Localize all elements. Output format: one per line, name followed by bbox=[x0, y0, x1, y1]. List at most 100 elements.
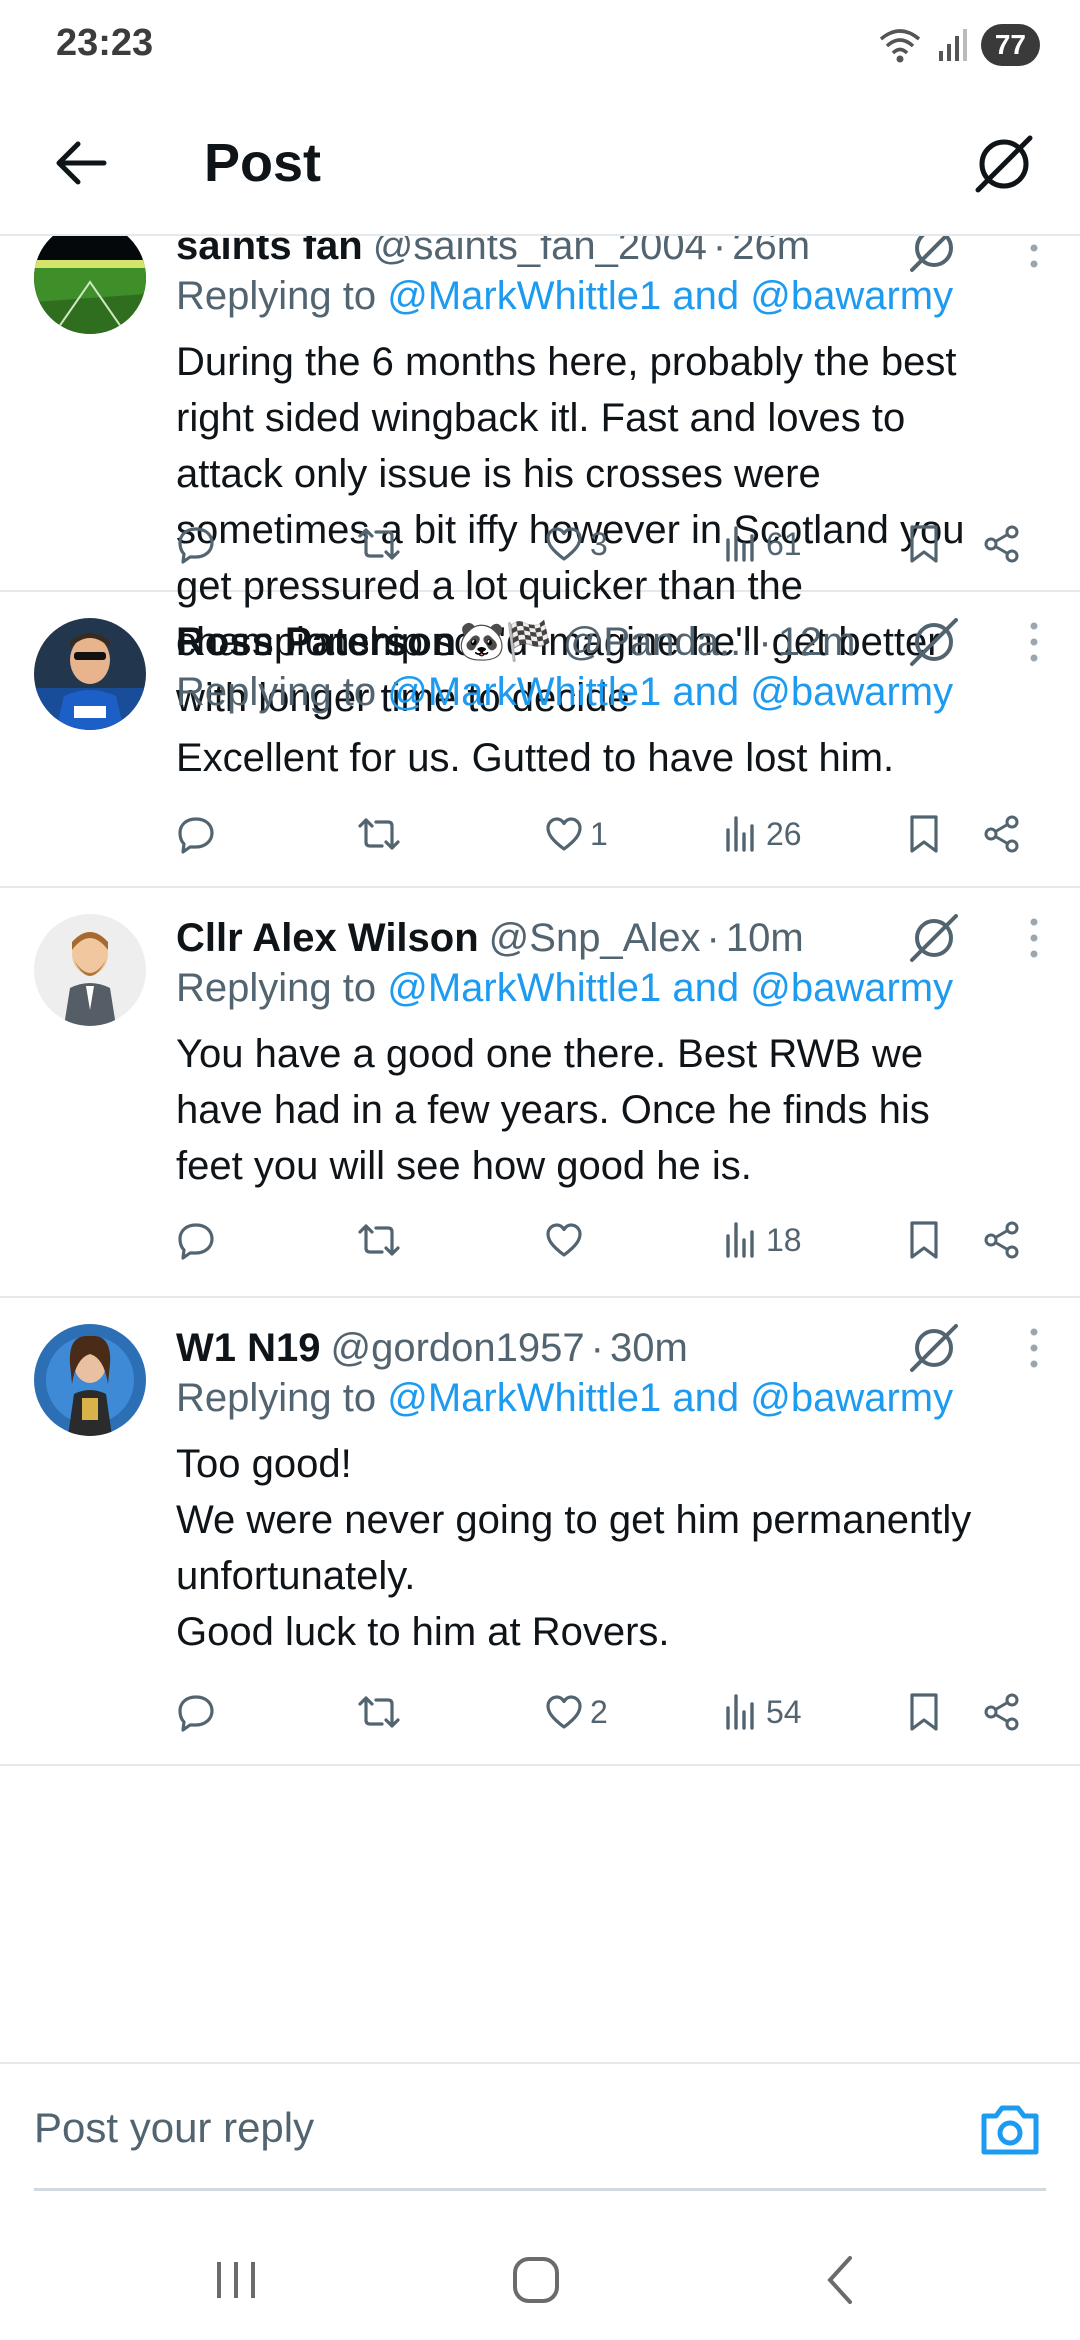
like-button[interactable]: 3 bbox=[544, 514, 608, 574]
post-item[interactable]: W1 N19 @gordon1957 · 30m Replying to @Ma… bbox=[0, 1298, 1080, 1766]
reply-composer: Post your reply bbox=[0, 2062, 1080, 2192]
grok-icon[interactable] bbox=[906, 236, 962, 276]
retweet-icon bbox=[358, 528, 400, 560]
views-button[interactable]: 18 bbox=[724, 1210, 802, 1270]
post-actions: 18 bbox=[176, 1210, 1036, 1270]
mention-link[interactable]: @MarkWhittle1 bbox=[387, 1376, 661, 1420]
name-emoji: 🐼🏁 bbox=[458, 621, 553, 663]
replying-to: Replying to @MarkWhittle1 and @bawarmy bbox=[176, 966, 953, 1011]
display-name[interactable]: Cllr Alex Wilson bbox=[176, 916, 479, 961]
more-icon[interactable] bbox=[1022, 236, 1046, 276]
mention-link[interactable]: @MarkWhittle1 bbox=[387, 274, 661, 318]
user-handle[interactable]: @gordon1957 bbox=[331, 1326, 585, 1371]
repost-button[interactable] bbox=[356, 804, 402, 864]
reply-icon bbox=[178, 1695, 214, 1732]
grok-button[interactable] bbox=[964, 124, 1044, 204]
like-button[interactable]: 1 bbox=[544, 804, 608, 864]
post-time: 26m bbox=[732, 236, 811, 268]
recents-button[interactable] bbox=[196, 2250, 276, 2310]
separator-dot: · bbox=[758, 619, 772, 664]
reply-underline bbox=[34, 2188, 1046, 2191]
mention-link[interactable]: @bawarmy bbox=[750, 670, 953, 714]
mention-link[interactable]: @bawarmy bbox=[750, 1376, 953, 1420]
views-count: 18 bbox=[766, 1221, 802, 1258]
bookmark-button[interactable] bbox=[906, 1682, 942, 1742]
reply-button[interactable] bbox=[176, 804, 216, 864]
post-text: Excellent for us. Gutted to have lost hi… bbox=[176, 736, 895, 780]
display-name[interactable]: Ross Paterson bbox=[176, 620, 456, 665]
reply-button[interactable] bbox=[176, 1210, 216, 1270]
replying-to: Replying to @MarkWhittle1 and @bawarmy bbox=[176, 1376, 953, 1421]
avatar[interactable] bbox=[34, 236, 146, 334]
reply-button[interactable] bbox=[176, 514, 216, 574]
user-handle[interactable]: @saints_fan_2004 bbox=[373, 236, 707, 269]
views-button[interactable]: 61 bbox=[724, 514, 802, 574]
replies-feed[interactable]: saints fan @saints_fan_2004 · 26m Replyi… bbox=[0, 236, 1080, 2056]
camera-button[interactable] bbox=[974, 2094, 1046, 2166]
mention-link[interactable]: @bawarmy bbox=[750, 966, 953, 1010]
back-button[interactable] bbox=[46, 128, 116, 198]
post-item[interactable]: saints fan @saints_fan_2004 · 26m Replyi… bbox=[0, 236, 1080, 720]
bookmark-icon bbox=[910, 1693, 938, 1731]
more-icon[interactable] bbox=[1022, 1320, 1046, 1376]
bookmark-icon bbox=[910, 1221, 938, 1259]
repost-button[interactable] bbox=[356, 1682, 402, 1742]
views-icon bbox=[726, 1222, 754, 1258]
bookmark-button[interactable] bbox=[906, 1210, 942, 1270]
views-icon bbox=[726, 526, 754, 562]
like-button[interactable]: 2 bbox=[544, 1682, 608, 1742]
reply-icon bbox=[178, 527, 214, 564]
replying-to: Replying to @MarkWhittle1 and @bawarmy bbox=[176, 274, 953, 319]
views-button[interactable]: 54 bbox=[724, 1682, 802, 1742]
share-button[interactable] bbox=[982, 514, 1022, 574]
bookmark-button[interactable] bbox=[906, 514, 942, 574]
mention-link[interactable]: @bawarmy bbox=[750, 274, 953, 318]
home-button[interactable] bbox=[496, 2250, 576, 2310]
share-button[interactable] bbox=[982, 1210, 1022, 1270]
post-time: 12m bbox=[777, 619, 856, 664]
post-item[interactable]: Cllr Alex Wilson @Snp_Alex · 10m Replyin… bbox=[0, 888, 1080, 1298]
avatar[interactable] bbox=[34, 618, 146, 730]
replying-and: and bbox=[672, 1376, 740, 1420]
user-handle[interactable]: @Snp_Alex bbox=[489, 916, 701, 961]
grok-icon[interactable] bbox=[906, 910, 962, 966]
mention-link[interactable]: @MarkWhittle1 bbox=[387, 670, 661, 714]
user-handle[interactable]: @Panda... bbox=[563, 620, 753, 665]
repost-button[interactable] bbox=[356, 1210, 402, 1270]
views-button[interactable]: 26 bbox=[724, 804, 802, 864]
share-icon bbox=[984, 1693, 1019, 1731]
post-text: You have a good one there. Best RWB we h… bbox=[176, 1032, 930, 1188]
views-count: 54 bbox=[766, 1693, 802, 1730]
post-actions: 2 54 bbox=[176, 1682, 1036, 1742]
top-app-bar: Post bbox=[0, 110, 1080, 236]
share-button[interactable] bbox=[982, 1682, 1022, 1742]
replying-prefix: Replying to bbox=[176, 966, 377, 1010]
replying-prefix: Replying to bbox=[176, 1376, 377, 1420]
reply-button[interactable] bbox=[176, 1682, 216, 1742]
bookmark-button[interactable] bbox=[906, 804, 942, 864]
avatar[interactable] bbox=[34, 1324, 146, 1436]
mention-link[interactable]: @MarkWhittle1 bbox=[387, 966, 661, 1010]
replying-and: and bbox=[672, 670, 740, 714]
more-icon[interactable] bbox=[1022, 614, 1046, 670]
reply-input[interactable]: Post your reply bbox=[34, 2104, 314, 2152]
display-name[interactable]: W1 N19 bbox=[176, 1326, 321, 1371]
nav-back-button[interactable] bbox=[800, 2250, 880, 2310]
post-item[interactable]: Ross Paterson 🐼🏁 @Panda... · 12m Replyin… bbox=[0, 592, 1080, 888]
grok-icon bbox=[975, 135, 1033, 193]
replying-to: Replying to @MarkWhittle1 and @bawarmy bbox=[176, 670, 953, 715]
avatar[interactable] bbox=[34, 914, 146, 1026]
nav-back-icon bbox=[827, 2256, 852, 2304]
page-title: Post bbox=[204, 133, 322, 193]
replying-and: and bbox=[672, 966, 740, 1010]
display-name[interactable]: saints fan bbox=[176, 236, 363, 269]
like-button[interactable] bbox=[544, 1210, 590, 1270]
grok-icon[interactable] bbox=[906, 1320, 962, 1376]
like-icon bbox=[546, 1695, 582, 1729]
like-count: 1 bbox=[590, 815, 608, 852]
repost-button[interactable] bbox=[356, 514, 402, 574]
share-button[interactable] bbox=[982, 804, 1022, 864]
post-actions: 3 61 bbox=[176, 514, 1036, 574]
more-icon[interactable] bbox=[1022, 910, 1046, 966]
grok-icon[interactable] bbox=[906, 614, 962, 670]
